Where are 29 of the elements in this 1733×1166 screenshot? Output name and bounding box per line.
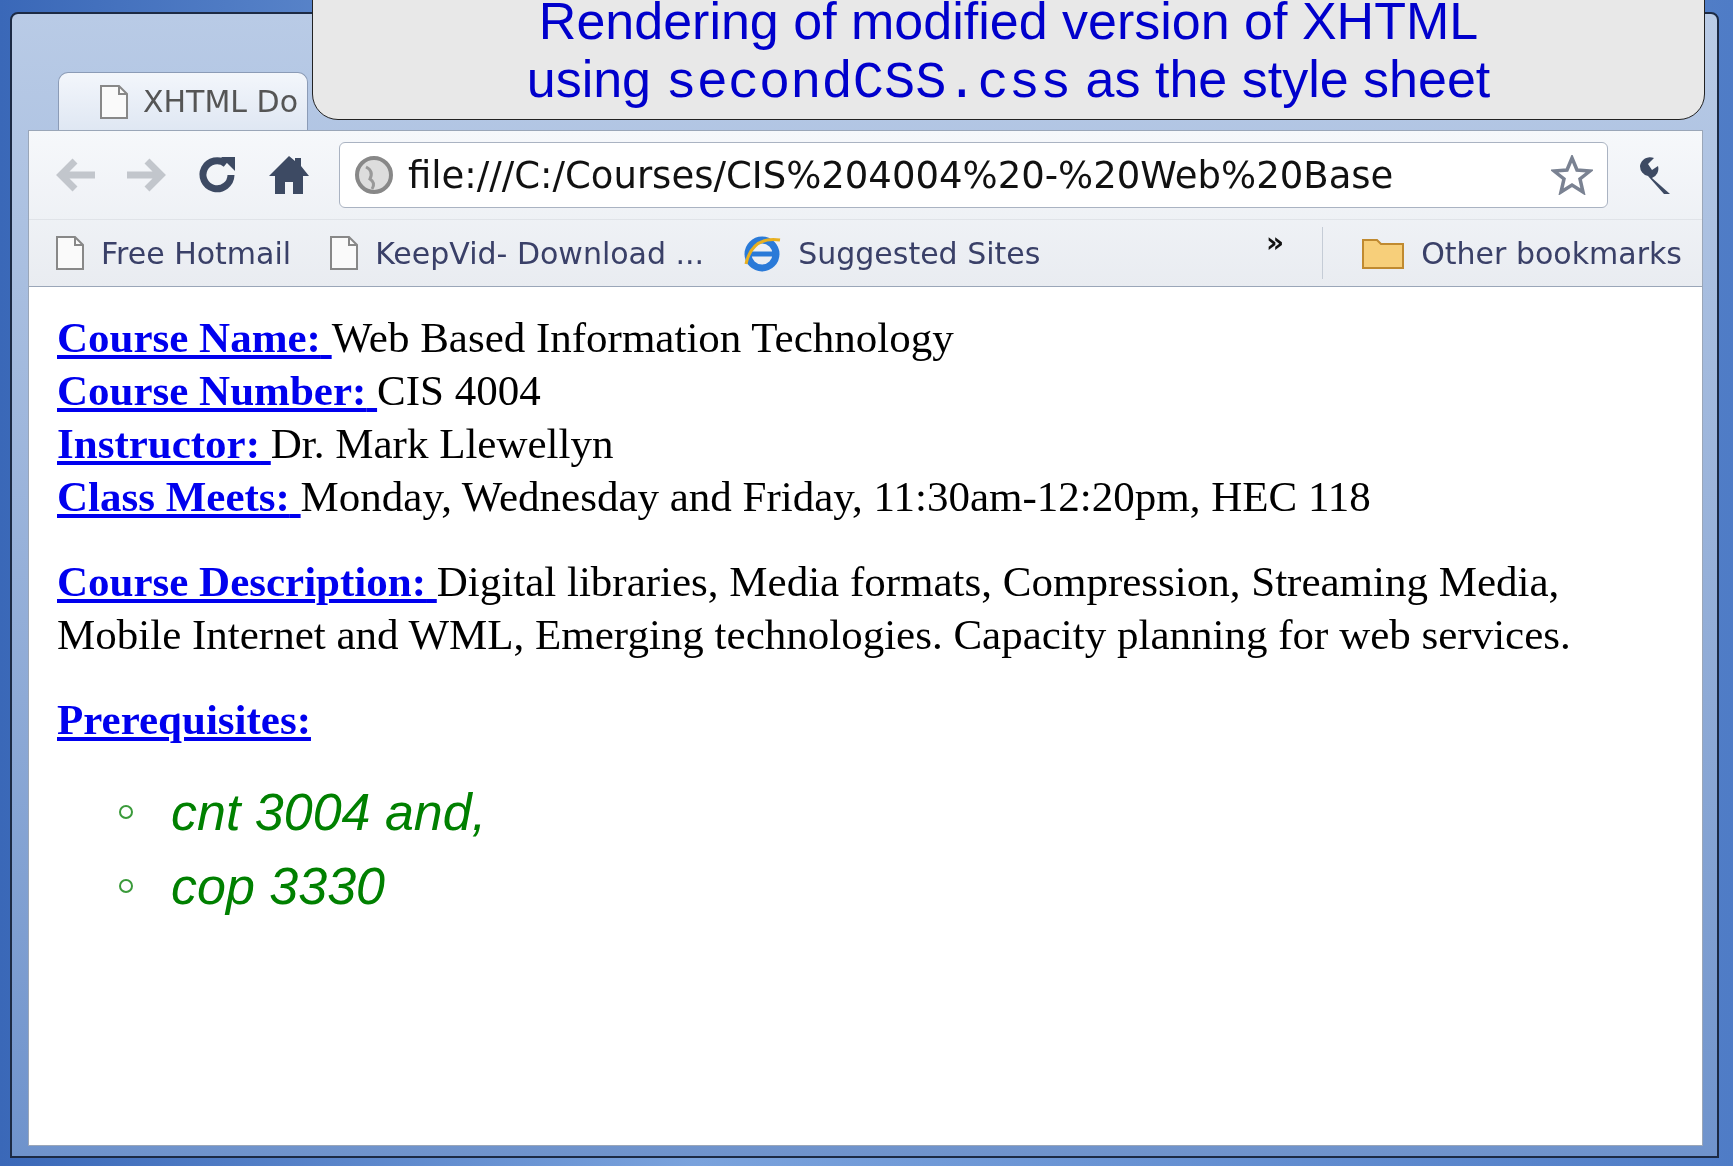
other-bookmarks-link[interactable]: Other bookmarks: [1361, 235, 1682, 271]
field-label[interactable]: Instructor:: [57, 420, 271, 467]
prerequisite-item: cop 3330: [171, 856, 385, 916]
folder-icon: [1361, 236, 1406, 270]
address-bar[interactable]: file:///C:/Courses/CIS%204004%20-%20Web%20Base: [339, 142, 1608, 208]
page-icon: [55, 235, 85, 271]
field-label[interactable]: Class Meets:: [57, 473, 301, 520]
description-text: Course Description: Digital libraries, Media formats, Compression, Streaming Media, Mobile Internet and WML, Emerging technologies. Capacity planning for web services.: [57, 557, 1572, 660]
bookmark-link[interactable]: Suggested Sites: [742, 234, 1041, 272]
field-label[interactable]: Course Number:: [57, 367, 378, 414]
prerequisite-item: cnt 3004 and,: [171, 782, 487, 842]
page-icon: [329, 235, 360, 271]
tab-title: XHTML Do: [143, 84, 299, 119]
bookmark-link[interactable]: KeepVid- Download ...: [329, 235, 705, 271]
field-label[interactable]: Prerequisites:: [57, 693, 311, 746]
callout-text: using secondCSS.css as the style sheet: [526, 50, 1491, 113]
field-label[interactable]: Course Description:: [57, 558, 437, 605]
globe-icon: [742, 234, 783, 272]
bullet-icon: [119, 805, 133, 819]
field-label[interactable]: Course Name:: [57, 314, 332, 361]
callout-text: Rendering of modified version of XHTML: [538, 0, 1479, 50]
page-icon: [99, 83, 129, 120]
browser-tab[interactable]: XHTML Do: [58, 72, 308, 130]
bullet-icon: [119, 879, 133, 893]
globe-icon: [354, 155, 394, 195]
star-icon[interactable]: [1551, 155, 1593, 195]
home-button[interactable]: [267, 154, 311, 196]
bookmark-link[interactable]: Free Hotmail: [55, 235, 292, 271]
more-bookmarks-button[interactable]: »: [1266, 226, 1285, 259]
